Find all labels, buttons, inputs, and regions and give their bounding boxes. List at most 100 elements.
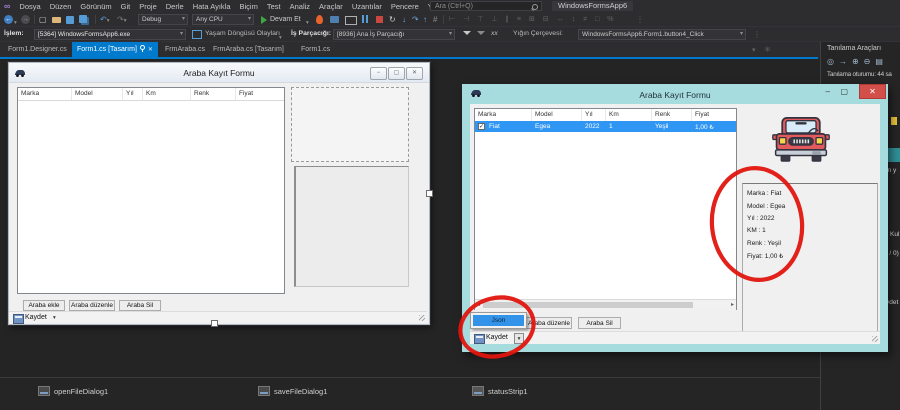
docwell-dropdown-icon[interactable]: ▾ [752, 46, 756, 54]
resize-grip[interactable] [872, 336, 878, 342]
open-folder-icon[interactable] [52, 17, 61, 23]
search-input[interactable]: Ara (Ctrl+Q) [430, 1, 542, 11]
tab-form1-cs-tasarim[interactable]: Form1.cs [Tasarım]✕ [72, 42, 158, 57]
araba-duzenle-button[interactable]: Araba düzenle [69, 300, 115, 311]
pin-icon[interactable] [140, 45, 145, 50]
external-code-icon[interactable]: xx [491, 30, 498, 37]
filter-frames-icon[interactable] [477, 31, 485, 35]
process-select[interactable]: [5364] WindowsFormsApp6.exe [34, 29, 186, 40]
row-checkbox[interactable]: ✓ [478, 123, 485, 130]
docwell-options-gear-icon[interactable]: ✳ [764, 45, 771, 54]
menu-uzantilar[interactable]: Uzantılar [352, 2, 382, 11]
araba-duzenle-button[interactable]: Araba düzenle [526, 317, 572, 329]
tab-frmaraba-cs-tasarim[interactable]: FrmAraba.cs [Tasarım] [208, 42, 289, 57]
save-all-icon[interactable] [79, 15, 87, 23]
araba-sil-button[interactable]: Araba Sil [578, 317, 621, 329]
breakpoints-icon[interactable]: # [433, 14, 437, 25]
araba-sil-button[interactable]: Araba Sil [119, 300, 161, 311]
menu-araclar[interactable]: Araçlar [319, 2, 343, 11]
column-header[interactable]: Renk [191, 88, 236, 100]
column-header[interactable]: Model [72, 88, 123, 100]
running-form-window[interactable]: Araba Kayıt Formu – ▢ ✕ Marka Model Yıl … [462, 84, 888, 352]
close-tab-icon[interactable]: ✕ [148, 47, 153, 53]
kaydet-dropdown-arrow-icon[interactable]: ▾ [53, 315, 56, 321]
column-header[interactable]: Km [143, 88, 191, 100]
solution-config-select[interactable]: Debug [138, 14, 188, 25]
araba-ekle-button[interactable]: Araba ekle [23, 300, 65, 311]
running-statusstrip[interactable]: Kaydet ▾ [470, 331, 880, 344]
column-header[interactable]: Renk [652, 109, 692, 121]
designer-picturebox[interactable] [291, 87, 409, 162]
filter-threads-icon[interactable] [463, 31, 471, 35]
step-over-icon[interactable]: ↷ [412, 14, 419, 25]
hot-reload-flame-icon[interactable] [316, 15, 323, 24]
navigate-forward-icon[interactable]: → [21, 15, 30, 24]
toolbar-overflow-icon[interactable]: ⋮ [636, 14, 644, 25]
column-header[interactable]: Marka [18, 88, 72, 100]
selected-row[interactable]: ✓ Fiat Egea 2022 1 Yeşil 1,00 ₺ [475, 121, 736, 132]
step-out-icon[interactable]: ↑ [423, 14, 427, 25]
maximize-button[interactable]: ▢ [840, 87, 848, 96]
column-header[interactable]: Yıl [582, 109, 606, 121]
designer-form-titlebar[interactable]: Araba Kayıt Formu − ▢ ✕ [9, 63, 429, 83]
diagnostics-toolbar-icons[interactable]: ◎→⊕⊖▤ [827, 57, 888, 66]
column-header[interactable]: Fiyat [692, 109, 736, 121]
minimize-button[interactable]: – [826, 87, 830, 96]
lifecycle-icon[interactable] [192, 30, 202, 39]
kaydet-dropdown-label[interactable]: Kaydet [25, 314, 47, 321]
column-header[interactable]: Model [532, 109, 582, 121]
tray-savefiledialog[interactable]: saveFileDialog1 [258, 386, 327, 396]
debugbar-overflow-icon[interactable]: ⋮ [753, 29, 761, 40]
menu-pencere[interactable]: Pencere [391, 2, 419, 11]
tray-statusstrip[interactable]: statusStrip1 [472, 386, 528, 396]
kaydet-dropdown-label[interactable]: Kaydet [486, 334, 508, 341]
close-button[interactable]: ✕ [859, 84, 886, 99]
menu-hata-ayikla[interactable]: Hata Ayıkla [193, 2, 231, 11]
designer-statusstrip[interactable]: Kaydet ▾ [9, 311, 427, 323]
column-header[interactable]: Yıl [123, 88, 143, 100]
undo-icon[interactable]: ↶▾ [100, 14, 109, 27]
minimize-button[interactable]: − [370, 67, 387, 80]
menu-proje[interactable]: Proje [139, 2, 157, 11]
designer-groupbox[interactable] [294, 166, 409, 287]
kaydet-dropdown-arrow-icon[interactable]: ▾ [514, 333, 524, 344]
save-icon[interactable] [66, 16, 74, 24]
tray-openfiledialog[interactable]: openFileDialog1 [38, 386, 108, 396]
navigate-back-icon[interactable]: ← [4, 15, 13, 24]
search-icon[interactable] [532, 4, 538, 10]
column-header[interactable]: Km [606, 109, 652, 121]
menu-analiz[interactable]: Analiz [290, 2, 310, 11]
menu-item-json[interactable]: Json [473, 315, 524, 326]
step-into-icon[interactable]: ↓ [402, 14, 406, 25]
selection-handle[interactable] [211, 320, 218, 327]
pause-icon[interactable] [362, 15, 364, 23]
redo-icon[interactable]: ↷▾ [117, 14, 126, 27]
continue-play-icon[interactable] [261, 16, 267, 24]
new-file-icon[interactable]: ▢ [39, 14, 47, 25]
menu-duzen[interactable]: Düzen [50, 2, 72, 11]
horizontal-scrollbar[interactable]: ◂ ▸ [475, 299, 736, 310]
scrollbar-thumb[interactable] [483, 302, 693, 308]
browser-link-icon[interactable] [330, 16, 339, 23]
lifecycle-dropdown[interactable]: Yaşam Döngüsü Olayları [205, 30, 280, 37]
menu-test[interactable]: Test [267, 2, 281, 11]
menu-derle[interactable]: Derle [166, 2, 184, 11]
stack-frame-select[interactable]: WindowsFormsApp6.Form1.button4_Click [578, 29, 746, 40]
selection-handle[interactable] [426, 190, 433, 197]
continue-button[interactable]: Devam Et [270, 14, 301, 25]
running-listview[interactable]: Marka Model Yıl Km Renk Fiyat ✓ Fiat Ege… [474, 108, 737, 310]
thread-select[interactable]: [8936] Ana İş Parçacığı [333, 29, 455, 40]
designer-form-window[interactable]: Araba Kayıt Formu − ▢ ✕ Marka Model Yıl … [8, 62, 430, 325]
menu-git[interactable]: Git [121, 2, 131, 11]
maximize-button[interactable]: ▢ [388, 67, 405, 80]
live-preview-icon[interactable] [345, 16, 357, 25]
menu-gorunum[interactable]: Görünüm [80, 2, 111, 11]
resize-grip[interactable] [419, 315, 425, 321]
restart-icon[interactable]: ↻ [389, 14, 396, 25]
column-header[interactable]: Marka [475, 109, 532, 121]
scroll-left-icon[interactable]: ◂ [477, 301, 480, 308]
tab-form1-cs[interactable]: Form1.cs [296, 42, 335, 57]
scroll-right-icon[interactable]: ▸ [731, 301, 734, 308]
designer-listview[interactable]: Marka Model Yıl Km Renk Fiyat [17, 87, 285, 294]
menu-dosya[interactable]: Dosya [19, 2, 40, 11]
